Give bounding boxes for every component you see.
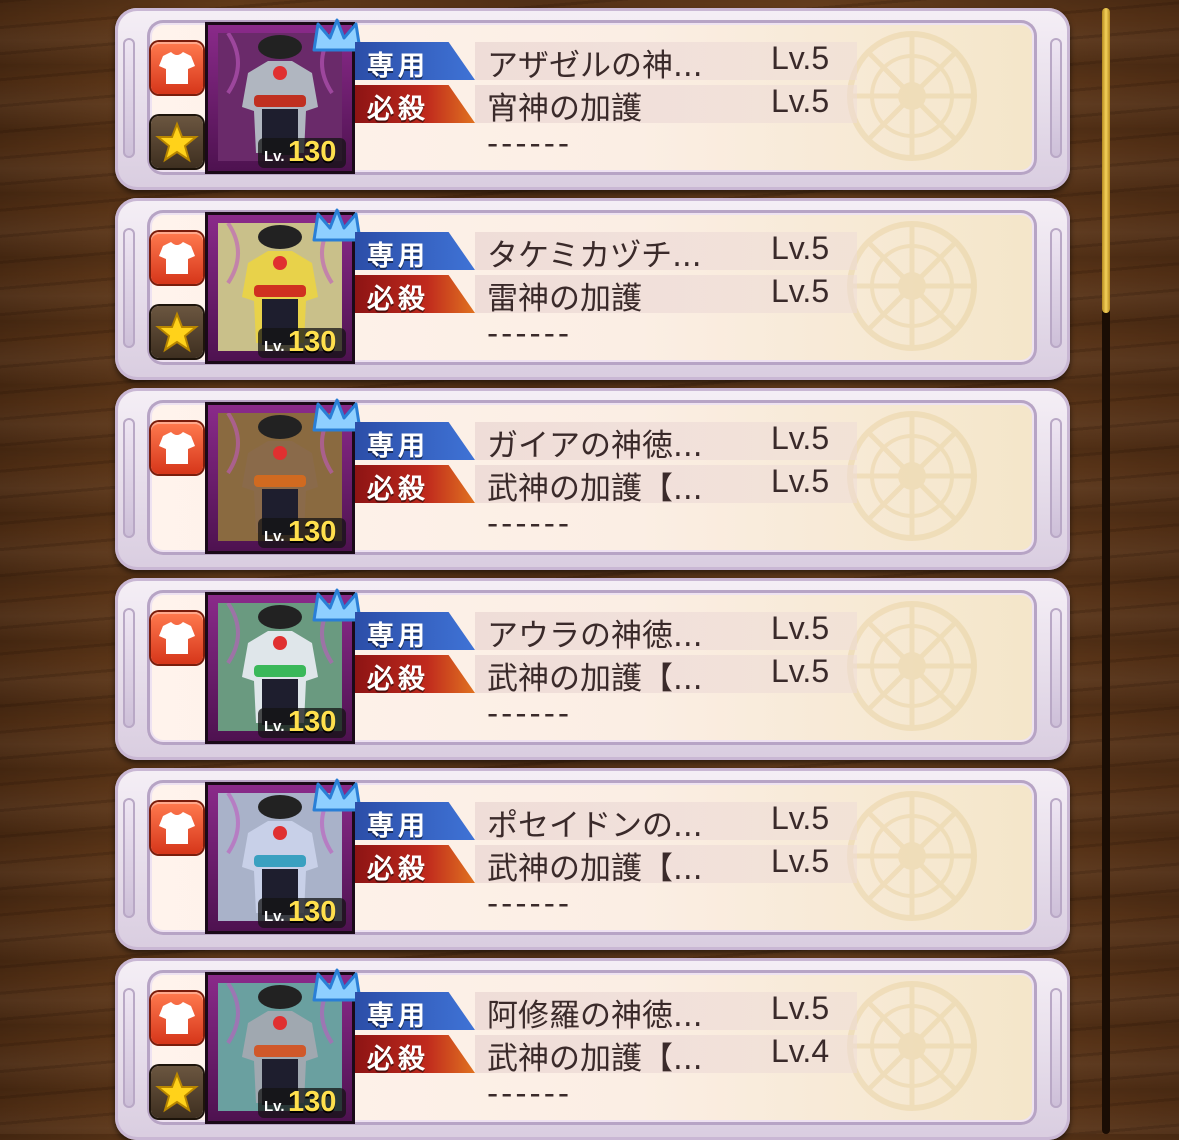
special-skill-level: Lv.4: [771, 1033, 830, 1069]
exclusive-tag: 専用: [367, 431, 429, 462]
exclusive-skill-name: ガイアの神徳...: [487, 428, 703, 464]
equipment-card[interactable]: Lv. 130 専用 必殺 タケミカヅチ... Lv.5 雷神の加護 Lv.5 …: [115, 198, 1070, 380]
special-tag: 必殺: [367, 1044, 429, 1075]
special-tag: 必殺: [367, 284, 429, 315]
card-right-ornament: [1050, 38, 1062, 158]
card-left-ornament: [123, 798, 135, 918]
equipment-card[interactable]: Lv. 130 専用 必殺 阿修羅の神徳... Lv.5 武神の加護【... L…: [115, 958, 1070, 1140]
level-label: Lv.: [264, 528, 285, 545]
star-icon: [155, 311, 199, 353]
exclusive-skill-level: Lv.5: [771, 610, 830, 646]
card-right-ornament: [1050, 988, 1062, 1108]
outfit-icon: [159, 1002, 195, 1034]
outfit-button[interactable]: [151, 232, 203, 284]
level-label: Lv.: [264, 908, 285, 925]
level-value: 130: [288, 516, 337, 548]
card-left-ornament: [123, 608, 135, 728]
special-skill-name: 武神の加護【...: [487, 661, 703, 697]
special-skill-name: 雷神の加護: [487, 281, 642, 317]
level-badge: Lv. 130: [258, 136, 346, 168]
empty-skill-slot: ------: [487, 506, 573, 542]
level-badge: Lv. 130: [258, 896, 346, 928]
favorite-button[interactable]: [151, 306, 203, 358]
special-skill-level: Lv.5: [771, 463, 830, 499]
outfit-icon: [159, 622, 195, 654]
outfit-icon: [159, 432, 195, 464]
special-tag: 必殺: [367, 94, 429, 125]
exclusive-skill-level: Lv.5: [771, 420, 830, 456]
special-skill-level: Lv.5: [771, 273, 830, 309]
exclusive-skill-name: 阿修羅の神徳...: [487, 998, 703, 1034]
level-badge: Lv. 130: [258, 326, 346, 358]
outfit-button[interactable]: [151, 422, 203, 474]
special-skill-name: 武神の加護【...: [487, 471, 703, 507]
special-tag: 必殺: [367, 474, 429, 505]
level-value: 130: [288, 706, 337, 738]
level-badge: Lv. 130: [258, 1086, 346, 1118]
special-skill-name: 宵神の加護: [487, 91, 642, 127]
special-skill-name: 武神の加護【...: [487, 851, 703, 887]
outfit-icon: [159, 242, 195, 274]
equipment-card[interactable]: Lv. 130 専用 必殺 ポセイドンの... Lv.5 武神の加護【... L…: [115, 768, 1070, 950]
exclusive-tag: 専用: [367, 51, 429, 82]
empty-skill-slot: ------: [487, 696, 573, 732]
card-left-ornament: [123, 988, 135, 1108]
empty-skill-slot: ------: [487, 1076, 573, 1112]
special-skill-level: Lv.5: [771, 653, 830, 689]
card-left-ornament: [123, 38, 135, 158]
exclusive-tag: 専用: [367, 811, 429, 842]
level-value: 130: [288, 326, 337, 358]
exclusive-skill-name: ポセイドンの...: [487, 808, 703, 844]
card-left-ornament: [123, 228, 135, 348]
outfit-button[interactable]: [151, 992, 203, 1044]
star-icon: [155, 1071, 199, 1113]
exclusive-skill-level: Lv.5: [771, 990, 830, 1026]
level-label: Lv.: [264, 1098, 285, 1115]
card-left-ornament: [123, 418, 135, 538]
exclusive-tag: 専用: [367, 1001, 429, 1032]
card-right-ornament: [1050, 798, 1062, 918]
exclusive-skill-name: タケミカヅチ...: [487, 238, 702, 274]
card-right-ornament: [1050, 228, 1062, 348]
special-skill-level: Lv.5: [771, 83, 830, 119]
equipment-card[interactable]: Lv. 130 専用 必殺 ガイアの神徳... Lv.5 武神の加護【... L…: [115, 388, 1070, 570]
exclusive-skill-level: Lv.5: [771, 40, 830, 76]
exclusive-skill-level: Lv.5: [771, 800, 830, 836]
exclusive-skill-level: Lv.5: [771, 230, 830, 266]
outfit-icon: [159, 812, 195, 844]
level-value: 130: [288, 896, 337, 928]
outfit-icon: [159, 52, 195, 84]
level-label: Lv.: [264, 148, 285, 165]
equipment-card[interactable]: Lv. 130 専用 必殺 アウラの神徳... Lv.5 武神の加護【... L…: [115, 578, 1070, 760]
empty-skill-slot: ------: [487, 316, 573, 352]
level-label: Lv.: [264, 718, 285, 735]
favorite-button[interactable]: [151, 1066, 203, 1118]
outfit-button[interactable]: [151, 802, 203, 854]
special-tag: 必殺: [367, 854, 429, 885]
level-label: Lv.: [264, 338, 285, 355]
level-value: 130: [288, 1086, 337, 1118]
empty-skill-slot: ------: [487, 886, 573, 922]
special-tag: 必殺: [367, 664, 429, 695]
empty-skill-slot: ------: [487, 126, 573, 162]
equipment-card[interactable]: Lv. 130 専用 必殺 アザゼルの神... Lv.5 宵神の加護 Lv.5 …: [115, 8, 1070, 190]
outfit-button[interactable]: [151, 612, 203, 664]
scrollbar-thumb[interactable]: [1102, 8, 1110, 313]
scrollbar[interactable]: [1102, 8, 1110, 1134]
card-right-ornament: [1050, 418, 1062, 538]
exclusive-tag: 専用: [367, 621, 429, 652]
exclusive-skill-name: アウラの神徳...: [487, 618, 703, 654]
special-skill-level: Lv.5: [771, 843, 830, 879]
favorite-button[interactable]: [151, 116, 203, 168]
outfit-button[interactable]: [151, 42, 203, 94]
card-right-ornament: [1050, 608, 1062, 728]
exclusive-tag: 専用: [367, 241, 429, 272]
star-icon: [155, 121, 199, 163]
level-value: 130: [288, 136, 337, 168]
special-skill-name: 武神の加護【...: [487, 1041, 703, 1077]
level-badge: Lv. 130: [258, 516, 346, 548]
exclusive-skill-name: アザゼルの神...: [487, 48, 703, 84]
level-badge: Lv. 130: [258, 706, 346, 738]
